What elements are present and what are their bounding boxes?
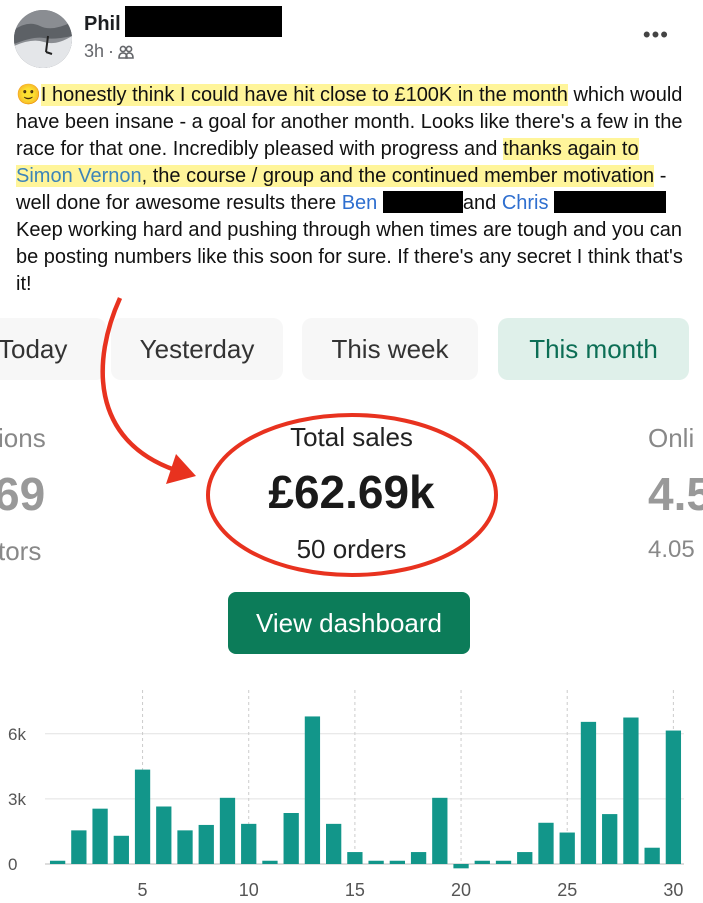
chart-bar [665,730,682,864]
x-tick-label: 15 [345,880,365,900]
separator-dot: · [108,41,115,61]
post-text: and [462,192,502,214]
redacted-name [554,191,667,213]
right-stat-label: Onli [648,423,695,453]
chart-bar [134,769,151,864]
chart-bar [71,830,87,864]
tab-yesterday[interactable]: Yesterday [111,318,283,380]
chart-bar [49,860,66,864]
mention-link[interactable]: Simon Vernon [16,165,142,187]
post-meta: 3h · [84,41,134,62]
post-text: Keep working hard and pushing through wh… [16,219,683,295]
chart-bar [326,823,342,864]
chart-bar [198,824,214,864]
chart-bar [559,832,575,864]
chart-bar [304,716,321,864]
y-tick-label: 0 [8,855,17,874]
redacted-surname [125,6,282,37]
right-stat-value: 4.5 [648,468,703,520]
chart-bar [623,717,639,864]
chart-bar [580,721,597,864]
total-sales-value: £62.69k [268,466,435,518]
chart-bar [113,835,129,864]
chart-bar [517,852,533,864]
x-tick-label: 20 [451,880,471,900]
post-header: Phil 3h · ••• [0,0,703,75]
chart-bar [495,860,512,864]
chart-bar [432,797,448,864]
view-dashboard-button[interactable]: View dashboard [228,592,470,654]
tab-this-month[interactable]: This month [498,318,689,380]
more-options-icon[interactable]: ••• [643,22,669,48]
author-name[interactable]: Phil [84,13,121,36]
mention-link[interactable]: Ben [342,192,378,214]
x-tick-label: 10 [239,880,259,900]
chart-bar [219,797,236,864]
redacted-name [382,191,463,213]
x-tick-label: 25 [557,880,577,900]
chart-bar [347,852,363,864]
chart-bar [410,852,427,864]
chart-bar [262,860,278,864]
right-stat-sub: 4.05 [648,536,695,563]
chart-bar [644,847,660,864]
post-time[interactable]: 3h [84,41,104,62]
tab-today[interactable]: Today [0,318,106,380]
y-tick-label: 6k [8,725,26,744]
chart-bar [389,860,405,864]
chart-bar [368,860,384,864]
chart-bar [177,830,193,864]
emoji-icon: 🙂 [16,84,41,106]
period-tabs: Today Yesterday This week This month [0,318,703,382]
friends-icon [118,45,134,59]
tab-this-week[interactable]: This week [302,318,478,380]
chart-bar [453,864,469,869]
chart-bar [283,813,299,864]
mention-link[interactable]: Chris [502,192,549,214]
highlighted-text: thanks again to [502,138,639,160]
chart-bar [241,823,257,864]
chart-bar [474,860,490,864]
chart-bar [92,808,108,864]
chart-bar [602,814,618,864]
highlighted-text: , the course / group and the continued m… [141,165,655,187]
total-sales-label: Total sales [290,422,413,452]
highlighted-text: I honestly think I could have hit close … [40,84,568,106]
y-tick-label: 3k [8,790,26,809]
post-body: 🙂I honestly think I could have hit close… [16,82,688,298]
total-orders: 50 orders [296,534,407,564]
x-tick-label: 5 [138,880,148,900]
avatar[interactable] [14,10,72,68]
chart-bar [538,822,554,864]
chart-bar [156,806,172,864]
x-tick-label: 30 [663,880,683,900]
